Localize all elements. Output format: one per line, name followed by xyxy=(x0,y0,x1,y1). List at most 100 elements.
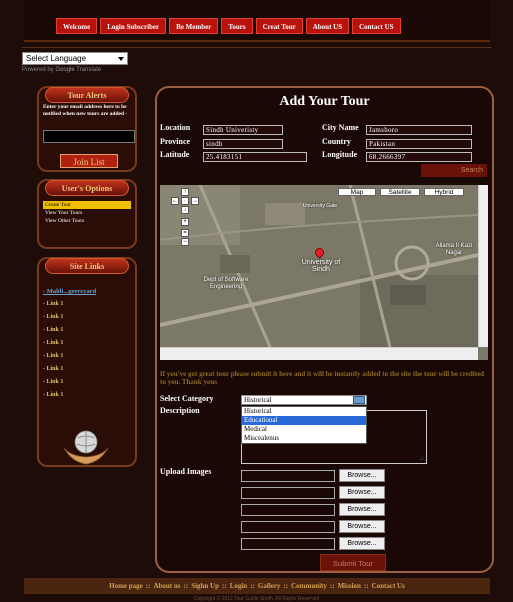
option-view-your-tours[interactable]: View Your Tours xyxy=(43,209,131,217)
site-link[interactable]: - Link 1 xyxy=(43,350,133,363)
hands-globe-icon xyxy=(63,430,109,465)
browse-button[interactable]: Browse... xyxy=(339,537,385,550)
longitude-input[interactable]: 68.2666397 xyxy=(366,152,472,162)
footer-link-contact[interactable]: Contact Us xyxy=(372,582,405,590)
site-links-title: Site Links xyxy=(45,258,129,274)
site-link[interactable]: - Link 1 xyxy=(43,376,133,389)
site-link[interactable]: - Link 1 xyxy=(43,363,133,376)
map-horizontal-scrollbar[interactable] xyxy=(160,347,478,360)
image-file-input[interactable] xyxy=(241,470,335,482)
nav-login-subscriber[interactable]: Login Subscriber xyxy=(100,18,167,34)
longitude-label: Longitude xyxy=(322,150,358,159)
nav-tours[interactable]: Tours xyxy=(221,18,253,34)
map-view[interactable]: Map Satellite Hybrid ↑ ← · → ↓ + = − Uni… xyxy=(160,185,488,360)
city-input[interactable]: Jamshoro xyxy=(366,125,472,135)
nav-contact-us[interactable]: Contact US xyxy=(352,18,401,34)
google-logo[interactable]: Google xyxy=(55,67,74,73)
browse-button[interactable]: Browse... xyxy=(339,503,385,516)
image-file-input[interactable] xyxy=(241,487,335,499)
pan-up-icon[interactable]: ↑ xyxy=(181,188,189,196)
country-label: Country xyxy=(322,137,351,146)
nav-welcome[interactable]: Welcome xyxy=(56,18,98,34)
nav-be-member[interactable]: Be Member xyxy=(169,18,219,34)
site-link[interactable]: - Link 1 xyxy=(43,298,133,311)
page-title: Add Your Tour xyxy=(279,94,370,109)
image-file-input[interactable] xyxy=(241,538,335,550)
language-select[interactable]: Select Language xyxy=(22,52,128,65)
nav-creat-tour[interactable]: Creat Tour xyxy=(255,18,303,34)
pan-down-icon[interactable]: ↓ xyxy=(181,206,189,214)
site-link[interactable]: - Mahli...geerzyard xyxy=(43,285,133,298)
map-type-satellite-button[interactable]: Satellite xyxy=(380,188,420,196)
resize-grip-icon[interactable]: .: xyxy=(420,456,423,462)
zoom-in-icon[interactable]: + xyxy=(181,218,189,226)
tour-alerts-title: Tour Alerts xyxy=(45,87,129,103)
language-select-value: Select Language xyxy=(26,54,87,63)
site-link[interactable]: - Link 1 xyxy=(43,324,133,337)
powered-suffix: Translate xyxy=(76,67,102,73)
search-button[interactable]: Search xyxy=(421,164,487,177)
latitude-label: Latitude xyxy=(160,150,190,159)
category-option[interactable]: Medical xyxy=(242,425,366,434)
tour-alerts-box: Tour Alerts Enter your email address her… xyxy=(37,86,137,172)
chevron-down-icon xyxy=(353,396,365,404)
option-create-tour[interactable]: Create Tour xyxy=(43,201,131,209)
upload-label: Upload Images xyxy=(160,467,212,476)
map-label-dept: Dept of Software Engineering xyxy=(203,277,249,290)
pan-center-icon[interactable]: · xyxy=(181,197,189,205)
map-label-uni-gate: University Gate xyxy=(302,203,338,209)
site-link[interactable]: - Link 1 xyxy=(43,311,133,324)
map-type-map-button[interactable]: Map xyxy=(338,188,376,196)
header-divider xyxy=(22,47,492,48)
location-input[interactable]: Sindh Univeristy xyxy=(203,125,283,135)
map-type-hybrid-button[interactable]: Hybrid xyxy=(424,188,464,196)
join-list-button[interactable]: Join List xyxy=(60,154,118,168)
site-link[interactable]: - Link 1 xyxy=(43,337,133,350)
category-select-value: Historical xyxy=(244,396,272,404)
option-view-other-tours[interactable]: View Other Tours xyxy=(43,217,131,225)
category-option[interactable]: Educational xyxy=(242,416,366,425)
city-label: City Name xyxy=(322,123,359,132)
footer-link-community[interactable]: Community xyxy=(291,582,327,590)
main-nav: Welcome Login Subscriber Be Member Tours… xyxy=(56,18,401,34)
footer-link-gallery[interactable]: Gallery xyxy=(258,582,281,590)
category-option[interactable]: Historical xyxy=(242,407,366,416)
footer-link-login[interactable]: Login xyxy=(230,582,248,590)
image-file-input[interactable] xyxy=(241,521,335,533)
category-select[interactable]: Historical xyxy=(241,395,367,405)
add-tour-panel: Add Your Tour Location Sindh Univeristy … xyxy=(155,86,494,573)
location-label: Location xyxy=(160,123,191,132)
footer-link-about[interactable]: About us xyxy=(153,582,180,590)
site-links-box: Site Links - Mahli...geerzyard - Link 1 … xyxy=(37,257,137,467)
zoom-slider-icon[interactable]: = xyxy=(181,229,189,237)
latitude-input[interactable]: 25.4183151 xyxy=(203,152,307,162)
country-input[interactable]: Pakistan xyxy=(366,139,472,149)
submit-tour-button[interactable]: Submit Tour xyxy=(320,554,386,571)
site-link[interactable]: - Link 1 xyxy=(43,389,133,402)
powered-prefix: Powered by xyxy=(22,67,54,73)
tour-alerts-text: Enter your email address here to be noti… xyxy=(43,104,128,117)
footer-link-home[interactable]: Home page xyxy=(109,582,143,590)
category-dropdown: Historical Educational Medical Miscealen… xyxy=(241,406,367,444)
province-label: Province xyxy=(160,137,191,146)
category-option[interactable]: Miscealenus xyxy=(242,434,366,443)
zoom-out-icon[interactable]: − xyxy=(181,238,189,246)
pan-left-icon[interactable]: ← xyxy=(171,197,179,205)
browse-button[interactable]: Browse... xyxy=(339,469,385,482)
copyright: Copyright © 2012 Tour Guide Sindh. All R… xyxy=(193,596,320,602)
category-label: Select Category xyxy=(160,394,214,403)
nav-about-us[interactable]: About US xyxy=(305,18,350,34)
footer-link-mission[interactable]: Mission xyxy=(338,582,361,590)
browse-button[interactable]: Browse... xyxy=(339,520,385,533)
footer-link-signup[interactable]: Sighn Up xyxy=(191,582,219,590)
user-options-box: User's Options Create Tour View Your Tou… xyxy=(37,179,137,249)
powered-by-google: Powered by Google Translate xyxy=(22,67,101,73)
alert-email-input[interactable] xyxy=(43,130,135,143)
map-label-alamill: Allama II Kazi Nagar xyxy=(435,243,473,256)
map-label-university: University of Sindh xyxy=(301,259,341,273)
image-file-input[interactable] xyxy=(241,504,335,516)
province-input[interactable]: sindh xyxy=(203,139,283,149)
map-vertical-scrollbar[interactable] xyxy=(478,185,488,347)
pan-right-icon[interactable]: → xyxy=(191,197,199,205)
browse-button[interactable]: Browse... xyxy=(339,486,385,499)
